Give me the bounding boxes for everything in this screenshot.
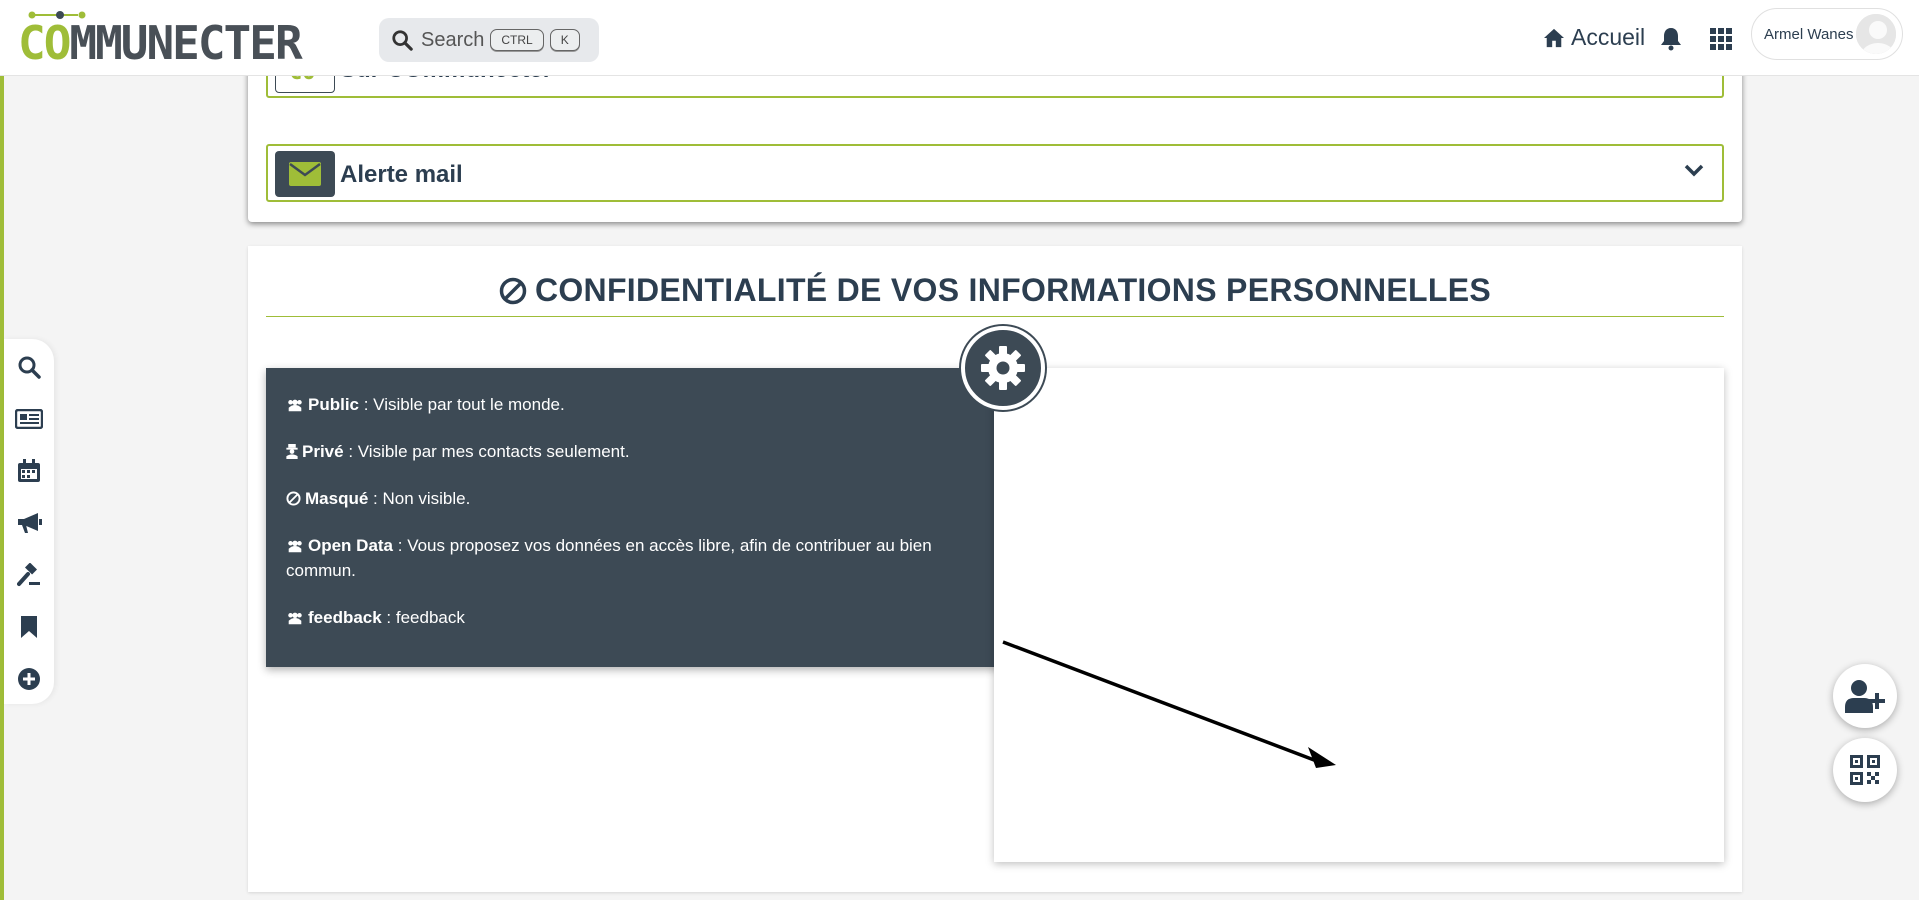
users-icon (288, 612, 302, 625)
legend-public: Public : Visible par tout le monde. (286, 392, 992, 417)
chevron-down-icon (1684, 164, 1704, 177)
home-link[interactable]: Accueil (1543, 24, 1645, 51)
settings-accordion-card: CO Sur COmmunecter Alerte mail (248, 40, 1742, 222)
calendar-icon (18, 459, 40, 482)
user-plus-icon (1845, 680, 1885, 713)
search-label: Search (421, 28, 485, 51)
settings-gear-badge (961, 326, 1045, 410)
menu-news[interactable] (15, 405, 43, 433)
legend-feedback: feedback : feedback (286, 605, 992, 630)
apps-menu-button[interactable] (1710, 28, 1732, 55)
users-icon (288, 540, 302, 553)
envelope-icon-box (275, 151, 335, 197)
qrcode-icon (1850, 755, 1880, 785)
user-name: Armel Wanes (1764, 26, 1854, 43)
user-menu-button[interactable]: Armel Wanes (1751, 8, 1903, 60)
kbd-k: K (549, 29, 580, 51)
bell-icon (1661, 28, 1681, 51)
plus-circle-icon (18, 668, 40, 690)
qr-code-button[interactable] (1833, 738, 1897, 802)
search-icon (392, 30, 413, 51)
kbd-ctrl: CTRL (490, 29, 544, 51)
notifications-button[interactable] (1660, 27, 1682, 56)
add-contact-button[interactable] (1833, 664, 1897, 728)
menu-agenda[interactable] (15, 457, 43, 485)
avatar (1854, 12, 1898, 56)
title-divider (266, 316, 1724, 317)
accordion-alerte-mail[interactable]: Alerte mail (266, 144, 1724, 202)
newspaper-icon (15, 409, 43, 429)
home-icon (1544, 28, 1564, 47)
ban-icon (499, 277, 527, 305)
search-icon (18, 356, 41, 379)
user-avatar-icon (1856, 14, 1896, 54)
users-icon (288, 399, 302, 412)
menu-search[interactable] (15, 353, 43, 381)
envelope-icon (289, 162, 321, 186)
search-button[interactable]: Search CTRL K (379, 18, 599, 62)
menu-add[interactable] (15, 665, 43, 693)
grid-icon (1710, 28, 1732, 50)
privacy-settings-panel (994, 368, 1724, 862)
top-navbar: COMMUNECTER Search CTRL K Accueil Armel … (0, 0, 1919, 76)
home-label: Accueil (1571, 24, 1646, 50)
communecter-logo[interactable]: COMMUNECTER (18, 8, 368, 66)
gear-icon (981, 346, 1025, 390)
accordion-label: Alerte mail (340, 161, 463, 188)
section-title: CONFIDENTIALITÉ DE VOS INFORMATIONS PERS… (248, 272, 1742, 309)
logo-text: COMMUNECTER (18, 16, 303, 70)
